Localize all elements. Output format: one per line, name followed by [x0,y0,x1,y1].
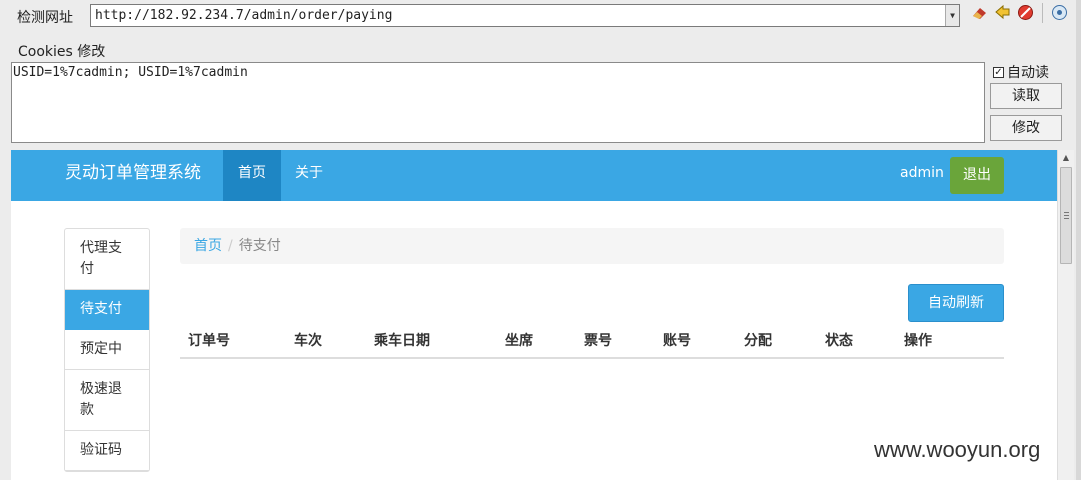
tool-icon-bar [970,3,1069,23]
toolbar-divider [1042,3,1043,23]
order-table-header: 订单号 车次 乘车日期 坐席 票号 账号 分配 状态 操作 [180,327,1004,359]
settings-icon[interactable] [1050,3,1069,22]
column-header: 操作 [904,333,932,349]
stop-icon[interactable] [1016,3,1035,22]
web-view: 灵动订单管理系统 首页 关于 admin 退出 代理支付 待支付 预定中 极速退… [11,150,1057,480]
breadcrumb-current: 待支付 [238,238,281,254]
column-header: 坐席 [505,333,533,349]
sidebar-item-pending-payment[interactable]: 待支付 [65,290,149,330]
autoread-checkbox[interactable]: ✓ 自动读 [993,62,1049,82]
read-button[interactable]: 读取 [990,83,1062,109]
sidebar-item-agent-payment[interactable]: 代理支付 [65,229,149,290]
window-edge [1076,0,1081,480]
breadcrumb: 首页 / 待支付 [180,228,1004,264]
checkbox-icon[interactable]: ✓ [993,66,1004,78]
breadcrumb-separator: / [228,238,233,254]
url-input[interactable]: http://182.92.234.7/admin/order/paying ▼ [90,4,960,27]
sidebar-item-captcha[interactable]: 验证码 [65,431,149,471]
nav-home[interactable]: 首页 [223,150,281,201]
nav-about[interactable]: 关于 [281,150,337,201]
navbar: 灵动订单管理系统 首页 关于 admin 退出 [11,150,1057,201]
watermark: www.wooyun.org [874,437,1041,462]
grip-icon [1064,212,1069,220]
url-dropdown-button[interactable]: ▼ [945,5,959,26]
back-arrow-icon[interactable] [993,3,1012,22]
breadcrumb-home[interactable]: 首页 [194,238,222,254]
url-label: 检测网址 [17,10,73,26]
eraser-icon[interactable] [970,3,989,22]
scroll-up-icon[interactable]: ▲ [1058,150,1074,166]
cookies-textarea[interactable]: USID=1%7cadmin; USID=1%7cadmin [11,62,985,143]
column-header: 状态 [825,333,853,349]
logout-button[interactable]: 退出 [950,157,1004,194]
sidebar-item-booking[interactable]: 预定中 [65,330,149,370]
autoread-label: 自动读 [1007,65,1049,81]
vertical-scrollbar[interactable]: ▲ [1057,150,1074,480]
url-value: http://182.92.234.7/admin/order/paying [95,8,393,23]
column-header: 账号 [663,333,691,349]
user-name: admin [900,165,944,181]
auto-refresh-button[interactable]: 自动刷新 [908,284,1004,322]
column-header: 分配 [744,333,772,349]
scrollbar-thumb[interactable] [1060,167,1072,264]
brand-title[interactable]: 灵动订单管理系统 [65,150,201,196]
column-header: 车次 [294,333,322,349]
cookies-label: Cookies 修改 [18,44,106,60]
column-header: 订单号 [188,333,230,349]
modify-button[interactable]: 修改 [990,115,1062,141]
column-header: 票号 [584,333,612,349]
sidebar: 代理支付 待支付 预定中 极速退款 验证码 [64,228,150,472]
column-header: 乘车日期 [374,333,430,349]
sidebar-item-fast-refund[interactable]: 极速退款 [65,370,149,431]
